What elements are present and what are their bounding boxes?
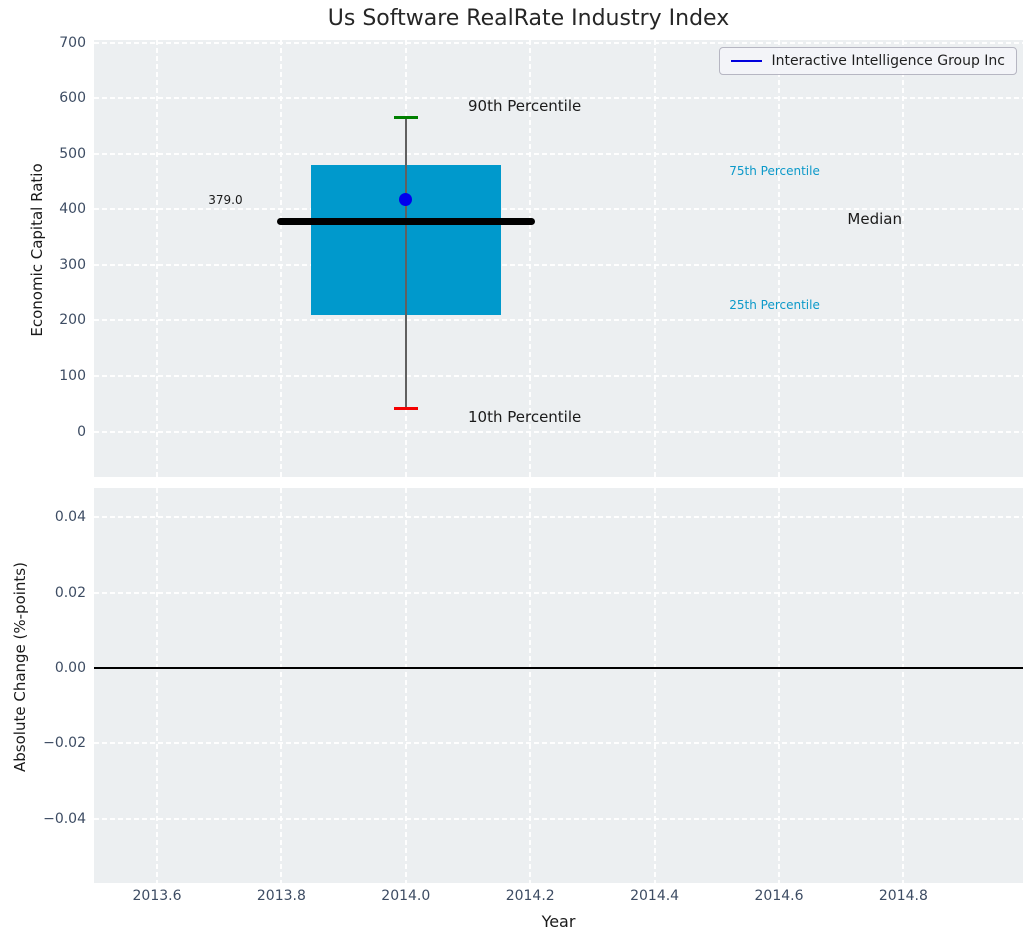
y-tick-label: 100 bbox=[59, 367, 86, 384]
y-tick-label: 600 bbox=[59, 90, 86, 107]
whisker-cap-10th bbox=[393, 407, 418, 411]
whisker-line bbox=[405, 117, 407, 409]
gridline-horizontal bbox=[94, 374, 1023, 377]
zero-line bbox=[94, 667, 1023, 669]
annotation-90th-percentile: 90th Percentile bbox=[468, 96, 582, 115]
absolute-change-panel bbox=[94, 488, 1023, 883]
x-tick-label: 2013.8 bbox=[256, 888, 306, 904]
gridline-vertical bbox=[280, 40, 283, 477]
gridline-horizontal bbox=[94, 152, 1023, 155]
figure: Us Software RealRate Industry Index Inte… bbox=[0, 0, 1034, 942]
y-tick-label: 0.02 bbox=[54, 584, 86, 601]
gridline-vertical bbox=[778, 40, 780, 477]
gridline-vertical bbox=[156, 488, 158, 883]
gridline-vertical bbox=[156, 40, 158, 477]
y-tick-label: 300 bbox=[59, 256, 86, 273]
y-tick-label: 700 bbox=[59, 34, 86, 51]
legend-line-swatch bbox=[731, 59, 763, 63]
gridline-vertical bbox=[778, 488, 780, 883]
x-tick-label: 2014.8 bbox=[878, 888, 928, 904]
y-tick-label: −0.04 bbox=[43, 810, 86, 827]
gridline-horizontal bbox=[94, 742, 1023, 745]
gridline-horizontal bbox=[94, 430, 1023, 433]
gridline-horizontal bbox=[94, 817, 1023, 820]
gridline-horizontal bbox=[94, 516, 1023, 519]
y-tick-label: 0.04 bbox=[54, 509, 86, 526]
x-tick-label: 2014.6 bbox=[754, 888, 804, 904]
y-tick-label: 400 bbox=[59, 201, 86, 218]
legend-label: Interactive Intelligence Group Inc bbox=[771, 53, 1005, 69]
x-axis-label: Year bbox=[541, 912, 576, 931]
y-tick-label: 500 bbox=[59, 145, 86, 162]
chart-title: Us Software RealRate Industry Index bbox=[327, 6, 730, 31]
gridline-vertical bbox=[902, 40, 905, 477]
gridline-horizontal bbox=[94, 263, 1023, 266]
y-tick-label: −0.02 bbox=[43, 735, 86, 752]
gridline-vertical bbox=[653, 40, 656, 477]
legend: Interactive Intelligence Group Inc bbox=[719, 47, 1017, 75]
x-tick-label: 2014.4 bbox=[630, 888, 680, 904]
gridline-vertical bbox=[404, 488, 407, 883]
gridline-horizontal bbox=[94, 319, 1023, 322]
whisker-cap-90th bbox=[393, 116, 418, 120]
annotation-25th-percentile: 25th Percentile bbox=[729, 298, 820, 313]
median-line bbox=[276, 217, 535, 225]
gridline-horizontal bbox=[94, 41, 1023, 44]
y-tick-label: 0 bbox=[77, 423, 86, 440]
gridline-vertical bbox=[653, 488, 656, 883]
annotation-75th-percentile: 75th Percentile bbox=[729, 164, 820, 179]
gridline-vertical bbox=[529, 488, 532, 883]
annotation-median: Median bbox=[847, 210, 902, 229]
x-tick-label: 2014.2 bbox=[505, 888, 555, 904]
y-tick-label: 0.00 bbox=[54, 660, 86, 676]
gridline-vertical bbox=[902, 488, 905, 883]
gridline-horizontal bbox=[94, 591, 1023, 594]
annotation-10th-percentile: 10th Percentile bbox=[468, 408, 582, 427]
annotation-median-value: 379.0 bbox=[208, 192, 243, 207]
x-tick-label: 2014.0 bbox=[381, 888, 431, 904]
x-tick-label: 2013.6 bbox=[132, 888, 182, 904]
industry-index-panel: Interactive Intelligence Group Inc 90th … bbox=[94, 40, 1023, 477]
gridline-vertical bbox=[280, 488, 283, 883]
y-tick-label: 200 bbox=[59, 312, 86, 329]
